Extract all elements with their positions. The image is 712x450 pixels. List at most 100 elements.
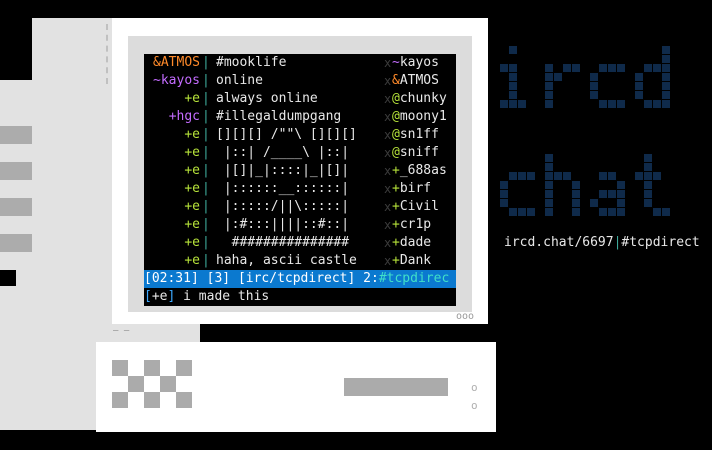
- logo-pixel: [545, 91, 553, 99]
- vent-slot: [0, 234, 32, 252]
- logo-pixel: [545, 154, 553, 162]
- nick-list-marker: x: [384, 200, 392, 214]
- input-nick: +e: [151, 289, 168, 304]
- logo-pixel: [590, 91, 598, 99]
- nick-mode-prefix: @: [392, 109, 400, 124]
- input-line[interactable]: [+e] i made this: [144, 288, 269, 306]
- logo-pixel: [518, 172, 526, 180]
- caption-channel: #tcpdirect: [621, 235, 700, 250]
- nick-list-item[interactable]: @chunky: [392, 90, 447, 108]
- nick-list-marker: x: [384, 218, 392, 232]
- logo-pixel: [545, 208, 553, 216]
- nick-list-marker: x: [384, 74, 392, 88]
- nick-list-name: sn1ff: [399, 127, 439, 142]
- logo-pixel: [635, 73, 643, 81]
- logo-pixel: [590, 73, 598, 81]
- logo-pixel: [509, 172, 517, 180]
- nick-list-name: Civil: [399, 199, 439, 214]
- logo-pixel: [590, 82, 598, 90]
- vent-slot: [0, 198, 32, 216]
- logo-pixel: [554, 172, 562, 180]
- logo-pixel: [653, 172, 661, 180]
- chat-separator: |: [202, 217, 210, 232]
- logo-pixel: [527, 208, 535, 216]
- checker-block: [128, 376, 144, 392]
- logo-pixel: [518, 208, 526, 216]
- chat-separator: |: [202, 55, 210, 70]
- logo-pixel: [572, 208, 580, 216]
- logo-pixel: [644, 154, 652, 162]
- nick-list-item[interactable]: @sn1ff: [392, 126, 439, 144]
- chat-message: online: [216, 73, 263, 88]
- reset-knob: o: [471, 399, 478, 412]
- logo-pixel: [545, 64, 553, 72]
- nick-mode-prefix: +: [392, 181, 400, 196]
- logo-pixel: [662, 46, 670, 54]
- nick-list-item[interactable]: +cr1p: [392, 216, 431, 234]
- nick-list-name: birf: [399, 181, 432, 196]
- chat-nick[interactable]: +e: [144, 180, 200, 198]
- chat-message: |::::::__::::::|: [216, 181, 350, 196]
- chat-separator: |: [202, 127, 210, 142]
- nick-mode-prefix: +: [392, 253, 400, 268]
- chat-nick[interactable]: +e: [144, 126, 200, 144]
- chat-nick[interactable]: +e: [144, 144, 200, 162]
- logo-pixel: [500, 199, 508, 207]
- logo-pixel: [653, 100, 661, 108]
- nick-list-marker: x: [384, 128, 392, 142]
- logo-pixel: [545, 172, 553, 180]
- caption-host: ircd.chat/6697: [504, 235, 614, 250]
- chat-nick[interactable]: &ATMOS: [144, 54, 200, 72]
- nick-list-name: dade: [399, 235, 432, 250]
- chat-nick[interactable]: +e: [144, 216, 200, 234]
- nick-list-item[interactable]: +birf: [392, 180, 431, 198]
- logo-pixel: [545, 199, 553, 207]
- irc-terminal[interactable]: &ATMOS | #mooklife ~kayos | online +e | always o…: [144, 54, 456, 306]
- chat-message: #mooklife: [216, 55, 287, 70]
- logo-pixel: [617, 181, 625, 189]
- nick-list-item[interactable]: &ATMOS: [392, 72, 439, 90]
- chat-message: |::| /____\ |::|: [216, 145, 350, 160]
- nick-list-name: chunky: [399, 91, 447, 106]
- nick-list-item[interactable]: +dade: [392, 234, 431, 252]
- chat-nick[interactable]: +e: [144, 90, 200, 108]
- chat-nick[interactable]: +e: [144, 252, 200, 270]
- nick-list-item[interactable]: ~kayos: [392, 54, 439, 72]
- nick-list-item[interactable]: @sniff: [392, 144, 439, 162]
- nick-list-item[interactable]: +_688as: [392, 162, 447, 180]
- logo-pixel: [644, 172, 652, 180]
- logo-pixel: [599, 172, 607, 180]
- chat-message: |:#:::||||::#::|: [216, 217, 350, 232]
- chat-nick[interactable]: +hgc: [144, 108, 200, 126]
- nick-list-name: _688as: [399, 163, 447, 178]
- chat-nick[interactable]: +e: [144, 234, 200, 252]
- vent-slot: [0, 126, 32, 144]
- logo-pixel: [545, 82, 553, 90]
- logo-pixel: [509, 82, 517, 90]
- chat-nick[interactable]: +e: [144, 198, 200, 216]
- nick-list-marker: x: [384, 146, 392, 160]
- chat-nick[interactable]: +e: [144, 162, 200, 180]
- chat-separator: |: [202, 145, 210, 160]
- logo-pixel: [635, 91, 643, 99]
- nick-mode-prefix: +: [392, 199, 400, 214]
- logo-pixel: [662, 64, 670, 72]
- nick-list-item[interactable]: +Dank: [392, 252, 431, 270]
- logo-pixel: [563, 172, 571, 180]
- nick-list-item[interactable]: +Civil: [392, 198, 439, 216]
- nick-list-name: moony1: [399, 109, 447, 124]
- logo-pixel: [644, 199, 652, 207]
- nick-list-item[interactable]: @moony1: [392, 108, 447, 126]
- nick-mode-prefix: &: [392, 73, 400, 88]
- logo-pixel: [545, 181, 553, 189]
- checker-block: [176, 360, 192, 376]
- logo-pixel: [545, 73, 553, 81]
- chat-nick[interactable]: ~kayos: [144, 72, 200, 90]
- logo-pixel: [527, 172, 535, 180]
- chat-message: [][][] /""\ [][][]: [216, 127, 357, 142]
- logo-pixel: [662, 100, 670, 108]
- logo-pixel: [644, 163, 652, 171]
- input-text[interactable]: i made this: [183, 289, 269, 304]
- logo-pixel: [653, 64, 661, 72]
- nick-list-marker: x: [384, 236, 392, 250]
